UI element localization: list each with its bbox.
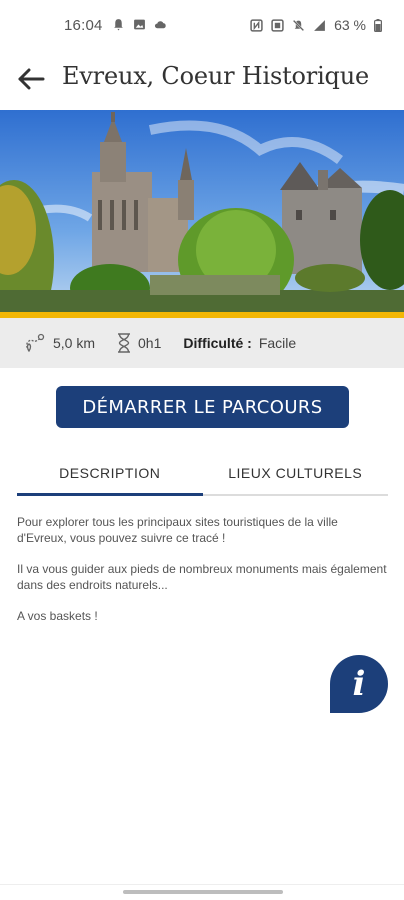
status-notification-icons <box>112 18 167 31</box>
duration-info: 0h1 <box>117 333 161 353</box>
duration-value: 0h1 <box>138 335 162 351</box>
route-icon <box>26 333 45 353</box>
distance-value: 5,0 km <box>53 335 96 351</box>
battery-percent: 63 % <box>334 17 366 33</box>
app-bar: Evreux, Coeur Historique <box>0 52 404 108</box>
difficulty-label: Difficulté : <box>183 335 252 351</box>
nfc-icon <box>250 18 263 32</box>
arrow-left-icon <box>18 68 45 90</box>
description-paragraph: Pour explorer tous les principaux sites … <box>17 515 338 545</box>
description-paragraph: Il va vous guider aux pieds de nombreux … <box>17 562 387 592</box>
content-tabs: DESCRIPTION LIEUX CULTURELS <box>17 452 388 496</box>
info-button[interactable]: i <box>330 655 388 713</box>
image-icon <box>134 19 145 30</box>
difficulty-info: Difficulté : Facile <box>183 335 296 351</box>
status-system-icons: 63 % <box>250 17 382 33</box>
divider <box>0 884 404 885</box>
status-time: 16:04 <box>64 17 103 34</box>
gesture-nav-handle[interactable] <box>123 890 283 894</box>
status-bar: 16:04 63 % <box>0 0 404 52</box>
difficulty-value: Facile <box>258 335 297 351</box>
info-icon: i <box>352 664 366 704</box>
screen-icon <box>271 18 284 32</box>
mute-icon <box>292 19 305 31</box>
back-button[interactable] <box>14 62 48 96</box>
bell-icon <box>114 19 123 31</box>
hourglass-icon <box>118 333 131 353</box>
battery-icon <box>374 18 382 32</box>
distance-info: 5,0 km <box>24 333 95 353</box>
description-paragraph: A vos baskets ! <box>17 609 98 623</box>
route-info-bar: 5,0 km 0h1 Difficulté : Facile <box>0 318 404 368</box>
tab-description[interactable]: DESCRIPTION <box>17 452 203 496</box>
cloud-icon <box>154 21 166 29</box>
tab-cultural-places[interactable]: LIEUX CULTURELS <box>203 452 389 494</box>
hero-image <box>0 110 404 312</box>
signal-icon <box>314 19 325 31</box>
description-text: Pour explorer tous les principaux sites … <box>17 514 387 639</box>
start-route-button[interactable]: DÉMARRER LE PARCOURS <box>56 386 349 428</box>
page-title: Evreux, Coeur Historique <box>62 62 369 90</box>
